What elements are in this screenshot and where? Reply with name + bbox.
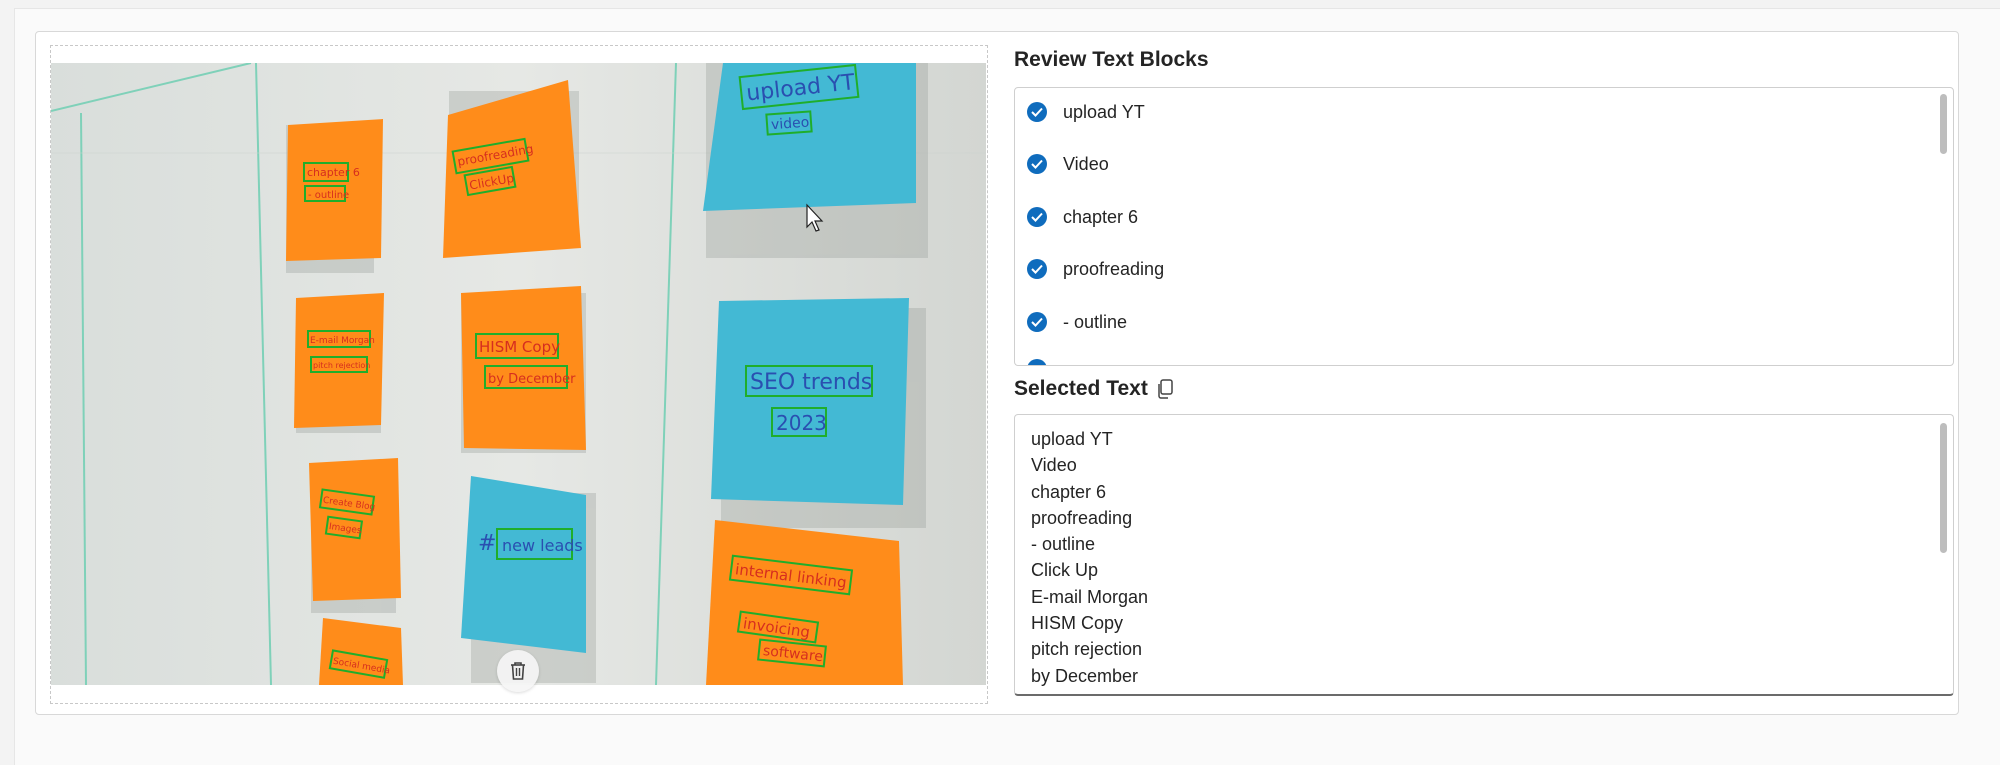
text-block-label: Video	[1063, 153, 1109, 174]
svg-text:by December: by December	[488, 372, 576, 387]
note-text: chapter 6	[307, 166, 360, 179]
svg-text:new leads: new leads	[502, 536, 583, 555]
trash-icon	[511, 662, 525, 680]
selected-text-line: Video	[1031, 455, 1077, 476]
svg-text:E-mail Morgan: E-mail Morgan	[310, 336, 375, 346]
text-block-label: upload YT	[1063, 101, 1145, 122]
selected-text-line: Click Up	[1031, 560, 1099, 581]
check-circle-icon[interactable]	[1027, 359, 1047, 365]
selected-text-line: proofreading	[1031, 507, 1133, 528]
check-circle-icon[interactable]	[1027, 312, 1047, 332]
check-circle-icon[interactable]	[1027, 102, 1047, 122]
text-block-item[interactable]: chapter 6	[1027, 202, 1138, 232]
svg-text:SEO trends: SEO trends	[750, 370, 872, 395]
svg-text:video: video	[771, 115, 810, 134]
svg-text:HISM Copy: HISM Copy	[479, 338, 560, 356]
selected-text-line: HISM Copy	[1031, 613, 1124, 634]
text-block-item[interactable]: - outline	[1027, 307, 1127, 337]
selected-text-title: Selected Text	[1014, 377, 1148, 400]
selected-text-header: Selected Text	[1014, 377, 1174, 401]
sticky-notes-photo: chapter 6 - outline proofreading ClickUp…	[51, 63, 986, 685]
selected-text-line: by December	[1031, 665, 1139, 686]
review-text-blocks-title: Review Text Blocks	[1014, 48, 1209, 71]
selected-text-line: pitch rejection	[1031, 639, 1143, 660]
text-block-item[interactable]: proofreading	[1027, 254, 1164, 284]
text-block-item-partial[interactable]	[1027, 354, 1063, 365]
check-circle-icon[interactable]	[1027, 259, 1047, 279]
text-block-label: chapter 6	[1063, 206, 1139, 227]
text-blocks-list[interactable]: upload YT Video chapter 6 proofreading -…	[1014, 87, 1954, 366]
check-circle-icon[interactable]	[1027, 154, 1047, 174]
copy-icon[interactable]	[1156, 379, 1174, 399]
svg-text:#: #	[478, 531, 496, 556]
delete-image-button[interactable]	[497, 650, 539, 692]
svg-text:2023: 2023	[776, 411, 827, 435]
selected-text-scrollbar[interactable]	[1940, 423, 1947, 553]
selected-text-line: upload YT	[1031, 429, 1113, 449]
text-blocks-scrollbar[interactable]	[1940, 94, 1947, 154]
selected-text-line: - outline	[1031, 534, 1096, 555]
selected-text-line: E-mail Morgan	[1031, 586, 1149, 607]
svg-text:pitch rejection: pitch rejection	[313, 361, 370, 370]
svg-text:- outline: - outline	[308, 190, 349, 201]
selected-text-area[interactable]: upload YT Video chapter 6 proofreading -…	[1014, 414, 1954, 696]
text-block-item[interactable]: upload YT	[1027, 97, 1145, 127]
text-block-item[interactable]: Video	[1027, 149, 1109, 179]
selected-text-line: chapter 6	[1031, 481, 1107, 502]
check-circle-icon[interactable]	[1027, 207, 1047, 227]
text-block-label: proofreading	[1063, 258, 1165, 279]
text-block-label: - outline	[1063, 311, 1128, 332]
